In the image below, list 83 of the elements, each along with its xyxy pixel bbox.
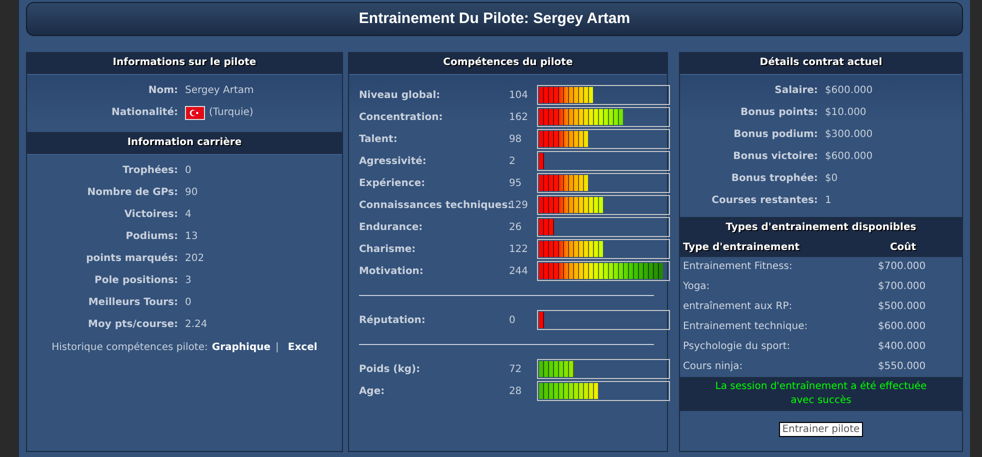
- skill-label: Charisme:: [358, 244, 417, 254]
- success-message: La session d'entraînement a été effectuée avec succès: [714, 380, 928, 408]
- stat-label: Nombre de GPs:: [86, 186, 178, 200]
- history-label: Historique compétences pilote:: [52, 342, 208, 353]
- skill-label: Agressivité:: [358, 156, 428, 166]
- training-type: Psychologie du sport:: [682, 340, 792, 354]
- field-value: (Turquie): [209, 106, 254, 120]
- training-cost: $550.000: [878, 360, 927, 374]
- column-header: Type d'entrainement: [682, 241, 801, 255]
- skill-value: 122: [508, 244, 530, 254]
- skill-label: Niveau global:: [358, 90, 442, 100]
- contract-label: Courses restantes:: [710, 194, 818, 208]
- training-cost: $700.000: [878, 260, 927, 274]
- skill-value: 162: [508, 112, 530, 122]
- training-type: Cours ninja:: [682, 360, 744, 374]
- skill-value: 244: [508, 266, 530, 276]
- contract-label: Bonus victoire:: [732, 150, 818, 164]
- skill-label: Motivation:: [358, 266, 424, 276]
- training-type: Entrainement technique:: [682, 320, 809, 334]
- stat-value: 0: [185, 296, 192, 310]
- stat-value: 0: [185, 164, 192, 178]
- link[interactable]: Excel: [288, 342, 318, 353]
- contract-value: $600.000: [824, 84, 873, 98]
- skill-value: 26: [508, 222, 523, 232]
- skill-label: Endurance:: [358, 222, 424, 232]
- contract-value: $300.000: [824, 128, 873, 142]
- training-cost: $600.000: [878, 320, 927, 334]
- stat-value: 202: [185, 252, 204, 266]
- contract-value: $0: [824, 172, 838, 186]
- field-label: Nationalité:: [110, 106, 178, 120]
- skill-label: Concentration:: [358, 112, 444, 122]
- column-header: Coût: [888, 241, 918, 255]
- training-cost: $700.000: [878, 280, 927, 294]
- stat-label: Victoires:: [123, 208, 178, 222]
- training-cost: $400.000: [878, 340, 927, 354]
- stat-label: points marqués:: [85, 252, 178, 266]
- stat-value: 90: [185, 186, 198, 200]
- field-value: Sergey Artam: [185, 84, 254, 98]
- panel-header: Détails contrat actuel: [680, 52, 962, 75]
- training-type: Entrainement Fitness:: [682, 260, 794, 274]
- contract-value: $600.000: [824, 150, 873, 164]
- skill-label: Connaissances techniques:: [358, 200, 509, 210]
- skill-label: Talent:: [358, 134, 398, 144]
- panel-header: Informations sur le pilote: [27, 52, 342, 75]
- contract-label: Bonus trophée:: [730, 172, 818, 186]
- skill-value: 28: [508, 386, 523, 396]
- skill-value: 0: [508, 314, 516, 326]
- training-type: entraînement aux RP:: [682, 300, 794, 314]
- stat-value: 2.24: [185, 318, 208, 332]
- contract-label: Salaire:: [774, 84, 818, 98]
- contract-value: 1: [824, 194, 832, 208]
- stat-value: 4: [185, 208, 192, 222]
- skill-label: Réputation:: [358, 314, 426, 326]
- train-button[interactable]: Entrainer pilote: [779, 422, 863, 437]
- skill-value: 104: [508, 90, 530, 100]
- panel-header: Compétences du pilote: [348, 52, 667, 75]
- stat-value: 13: [185, 230, 198, 244]
- skill-label: Age:: [358, 386, 386, 396]
- link[interactable]: Graphique: [212, 342, 271, 353]
- contract-value: $10.000: [824, 106, 866, 120]
- link-separator: |: [276, 342, 279, 353]
- flag-icon: [185, 106, 205, 120]
- contract-label: Bonus points:: [739, 106, 818, 120]
- stat-label: Meilleurs Tours:: [87, 296, 178, 310]
- skill-value: 98: [508, 134, 523, 144]
- skill-label: Expérience:: [358, 178, 426, 188]
- skill-value: 2: [508, 156, 516, 166]
- training-cost: $500.000: [878, 300, 927, 314]
- stat-label: Trophées:: [122, 164, 178, 178]
- stat-label: Podiums:: [124, 230, 178, 244]
- stat-label: Pole positions:: [94, 274, 178, 288]
- skill-label: Poids (kg):: [358, 364, 422, 374]
- section-header: Types d'entrainement disponibles: [724, 221, 918, 235]
- page-title: Entrainement Du Pilote: Sergey Artam: [26, 2, 963, 36]
- stat-value: 3: [185, 274, 192, 288]
- stat-label: Moy pts/course:: [87, 318, 178, 332]
- skill-value: 95: [508, 178, 523, 188]
- section-header: Information carrière: [27, 132, 342, 155]
- training-type: Yoga:: [682, 280, 711, 294]
- field-label: Nom:: [147, 84, 178, 98]
- skill-value: 129: [508, 200, 530, 210]
- contract-label: Bonus podium:: [732, 128, 818, 142]
- skill-value: 72: [508, 364, 523, 374]
